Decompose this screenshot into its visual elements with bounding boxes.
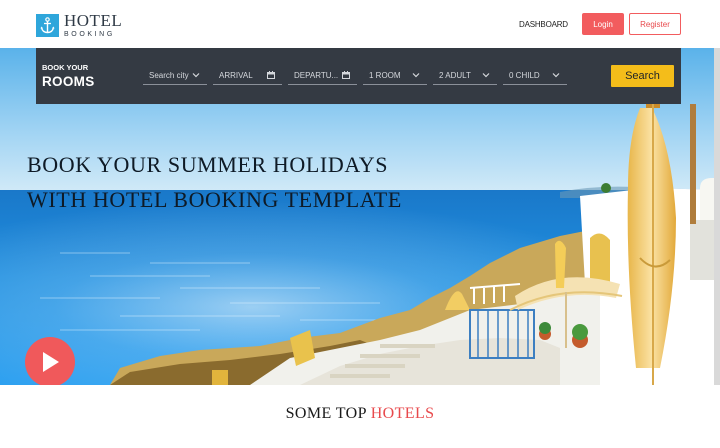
- chevron-down-icon: [412, 73, 420, 78]
- anchor-icon: [36, 13, 59, 37]
- city-select[interactable]: Search city: [143, 67, 207, 85]
- children-select[interactable]: 0 CHILD: [503, 67, 567, 85]
- chevron-down-icon: [552, 73, 560, 78]
- top-hotels-heading-accent: HOTELS: [370, 405, 435, 422]
- top-hotels-heading-prefix: SOME TOP: [285, 405, 371, 422]
- arrival-date-input[interactable]: ARRIVAL: [213, 67, 282, 85]
- arrival-date-value: ARRIVAL: [219, 71, 253, 80]
- departure-date-value: DEPARTU...: [294, 71, 339, 80]
- rooms-select[interactable]: 1 ROOM: [363, 67, 427, 85]
- play-video-button[interactable]: [25, 337, 75, 385]
- chevron-down-icon: [482, 73, 490, 78]
- login-button[interactable]: Login: [582, 13, 624, 35]
- booking-label-small: BOOK YOUR: [42, 63, 89, 72]
- adults-select[interactable]: 2 ADULT: [433, 67, 497, 85]
- departure-date-input[interactable]: DEPARTU...: [288, 67, 357, 85]
- right-edge-frame: [714, 48, 720, 385]
- logo-title: HOTEL: [64, 11, 123, 30]
- logo-subtitle: BOOKING: [64, 31, 115, 38]
- children-select-value: 0 CHILD: [509, 71, 540, 80]
- top-hotels-heading: SOME TOP HOTELS: [0, 405, 720, 423]
- calendar-icon: [342, 71, 350, 79]
- hero-banner: BOOK YOUR ROOMS Search city ARRIVAL DEPA…: [0, 48, 720, 385]
- calendar-icon: [267, 71, 275, 79]
- play-icon: [43, 352, 59, 372]
- search-button[interactable]: Search: [611, 65, 674, 87]
- booking-search-bar: BOOK YOUR ROOMS Search city ARRIVAL DEPA…: [36, 48, 681, 104]
- hero-title-line1: BOOK YOUR SUMMER HOLIDAYS: [27, 152, 389, 177]
- adults-select-value: 2 ADULT: [439, 71, 471, 80]
- nav-dashboard-link[interactable]: DASHBOARD: [519, 20, 568, 29]
- register-button[interactable]: Register: [629, 13, 681, 35]
- site-logo[interactable]: HOTEL BOOKING: [36, 12, 122, 38]
- chevron-down-icon: [192, 73, 200, 78]
- hero-title-line2: WITH HOTEL BOOKING TEMPLATE: [27, 187, 402, 212]
- rooms-select-value: 1 ROOM: [369, 71, 401, 80]
- booking-label-large: ROOMS: [42, 74, 95, 89]
- city-select-value: Search city: [149, 71, 189, 80]
- site-header: HOTEL BOOKING DASHBOARD Login Register: [0, 0, 720, 48]
